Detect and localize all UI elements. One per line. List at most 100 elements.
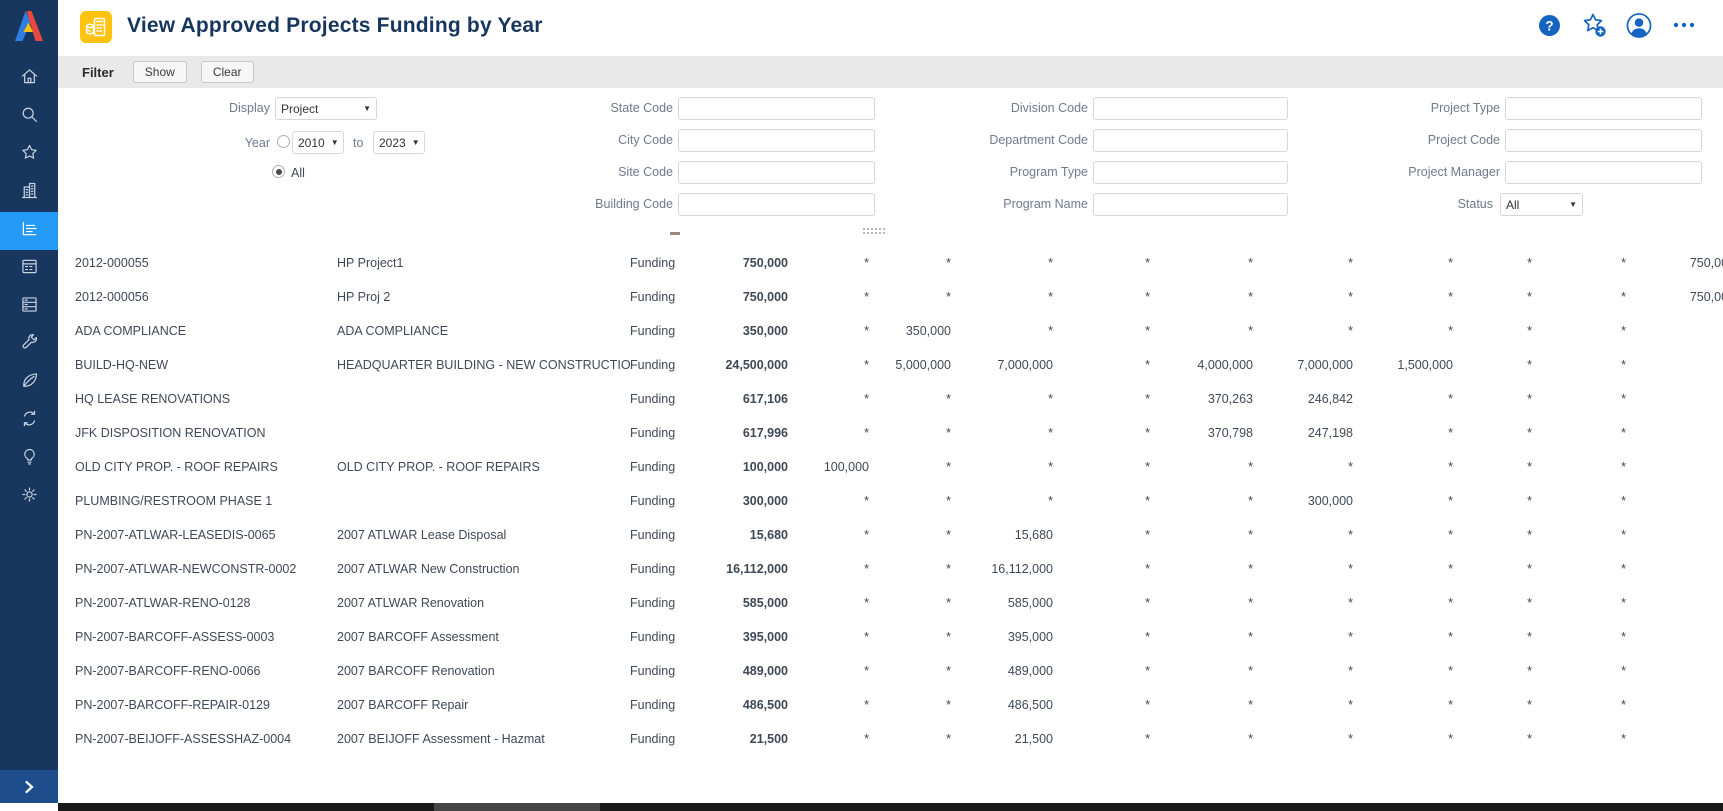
division-code-input[interactable] [1093, 97, 1288, 120]
table-row[interactable]: HQ LEASE RENOVATIONSFunding617,106****37… [75, 382, 1723, 416]
chevron-down-icon: ▼ [1563, 200, 1577, 209]
funding-label-cell: Funding [630, 460, 690, 474]
year-all-radio[interactable] [272, 165, 285, 178]
year-value-cell: * [1453, 664, 1532, 678]
splitter-drag-handle[interactable] [862, 227, 885, 234]
year-label: Year [70, 136, 270, 150]
splitter-collapse-handle[interactable] [670, 232, 680, 235]
sidebar-item-search[interactable] [0, 98, 58, 136]
year-value-cell: * [1626, 664, 1723, 678]
year-value-cell: * [1253, 290, 1353, 304]
table-row[interactable]: PN-2007-BARCOFF-ASSESS-00032007 BARCOFF … [75, 620, 1723, 654]
sidebar-item-space[interactable] [0, 250, 58, 288]
show-button[interactable]: Show [133, 61, 187, 83]
sidebar-item-home[interactable] [0, 60, 58, 98]
year-value-cell: * [1053, 460, 1150, 474]
buildings-icon [19, 180, 40, 206]
sidebar-item-projects[interactable] [0, 212, 58, 250]
account-button[interactable] [1626, 12, 1652, 38]
status-select[interactable]: All ▼ [1500, 193, 1583, 216]
sidebar-item-insights[interactable] [0, 440, 58, 478]
sidebar-item-operations[interactable] [0, 402, 58, 440]
table-row[interactable]: PN-2007-ATLWAR-NEWCONSTR-00022007 ATLWAR… [75, 552, 1723, 586]
project-code-input[interactable] [1505, 129, 1702, 152]
sidebar-item-sustainability[interactable] [0, 364, 58, 402]
site-code-input[interactable] [678, 161, 875, 184]
project-manager-input[interactable] [1505, 161, 1702, 184]
sidebar-item-assets[interactable] [0, 288, 58, 326]
year-value-cell: 489,000 [951, 664, 1053, 678]
year-value-cell: * [1532, 664, 1626, 678]
funding-total-cell: 486,500 [690, 698, 788, 712]
help-button[interactable]: ? [1536, 12, 1562, 38]
year-value-cell: * [869, 392, 951, 406]
year-to-select[interactable]: 2023 ▼ [373, 131, 425, 154]
year-range-radio[interactable] [277, 135, 290, 148]
year-value-cell: * [788, 562, 869, 576]
year-value-cell: * [869, 460, 951, 474]
chevron-right-icon [22, 780, 36, 794]
horizontal-scrollbar[interactable] [58, 803, 1723, 811]
year-value-cell: * [1532, 732, 1626, 746]
year-value-cell: * [1532, 562, 1626, 576]
building-code-input[interactable] [678, 193, 875, 216]
archibus-logo[interactable] [9, 5, 49, 45]
year-value-cell: * [1150, 664, 1253, 678]
city-code-input[interactable] [678, 129, 875, 152]
project-name-cell: HP Project1 [337, 256, 630, 270]
year-value-cell: * [1532, 494, 1626, 508]
year-value-cell: * [1453, 596, 1532, 610]
year-value-cell: * [869, 290, 951, 304]
year-value-cell: * [869, 562, 951, 576]
project-type-input[interactable] [1505, 97, 1702, 120]
year-value-cell: * [1453, 358, 1532, 372]
year-value-cell: * [1453, 324, 1532, 338]
table-row[interactable]: 2012-000055HP Project1Funding750,000****… [75, 246, 1723, 280]
table-row[interactable]: PN-2007-BARCOFF-REPAIR-01292007 BARCOFF … [75, 688, 1723, 722]
table-row[interactable]: PN-2007-ATLWAR-RENO-01282007 ATLWAR Reno… [75, 586, 1723, 620]
year-value-cell: * [1353, 596, 1453, 610]
table-row[interactable]: PN-2007-BEIJOFF-ASSESSHAZ-00042007 BEIJO… [75, 722, 1723, 756]
year-value-cell: * [1626, 732, 1723, 746]
year-value-cell: * [1453, 426, 1532, 440]
more-options-button[interactable] [1671, 12, 1697, 38]
year-value-cell: * [788, 426, 869, 440]
sidebar-expand-button[interactable] [0, 770, 58, 803]
table-row[interactable]: PN-2007-ATLWAR-LEASEDIS-00652007 ATLWAR … [75, 518, 1723, 552]
year-value-cell: * [1353, 630, 1453, 644]
sidebar-item-favorites[interactable] [0, 136, 58, 174]
table-row[interactable]: PLUMBING/RESTROOM PHASE 1Funding300,000*… [75, 484, 1723, 518]
program-type-input[interactable] [1093, 161, 1288, 184]
sidebar-item-portfolio[interactable] [0, 174, 58, 212]
scrollbar-thumb[interactable] [434, 803, 600, 811]
add-favorite-button[interactable] [1581, 12, 1607, 38]
state-code-input[interactable] [678, 97, 875, 120]
table-row[interactable]: PN-2007-BARCOFF-RENO-00662007 BARCOFF Re… [75, 654, 1723, 688]
table-row[interactable]: 2012-000056HP Proj 2Funding750,000******… [75, 280, 1723, 314]
sidebar-item-settings[interactable] [0, 478, 58, 516]
clear-button[interactable]: Clear [201, 61, 254, 83]
year-value-cell: * [1626, 528, 1723, 542]
year-value-cell: 15,680 [951, 528, 1053, 542]
year-value-cell: 370,263 [1150, 392, 1253, 406]
funding-label-cell: Funding [630, 426, 690, 440]
status-label: Status [1293, 197, 1493, 211]
funding-total-cell: 100,000 [690, 460, 788, 474]
table-row[interactable]: OLD CITY PROP. - ROOF REPAIRSOLD CITY PR… [75, 450, 1723, 484]
funding-total-cell: 585,000 [690, 596, 788, 610]
year-value-cell: * [1053, 528, 1150, 542]
year-value-cell: * [869, 698, 951, 712]
table-row[interactable]: BUILD-HQ-NEWHEADQUARTER BUILDING - NEW C… [75, 348, 1723, 382]
project-name-cell: HEADQUARTER BUILDING - NEW CONSTRUCTION [337, 358, 630, 372]
program-name-input[interactable] [1093, 193, 1288, 216]
table-row[interactable]: ADA COMPLIANCEADA COMPLIANCEFunding350,0… [75, 314, 1723, 348]
display-select[interactable]: Project ▼ [275, 97, 377, 120]
year-value-cell: * [869, 256, 951, 270]
department-code-input[interactable] [1093, 129, 1288, 152]
funding-total-cell: 750,000 [690, 256, 788, 270]
sidebar-item-maintenance[interactable] [0, 326, 58, 364]
table-row[interactable]: JFK DISPOSITION RENOVATIONFunding617,996… [75, 416, 1723, 450]
project-name-cell: 2007 ATLWAR New Construction [337, 562, 630, 576]
year-from-select[interactable]: 2010 ▼ [292, 131, 344, 154]
year-value-cell: * [951, 324, 1053, 338]
